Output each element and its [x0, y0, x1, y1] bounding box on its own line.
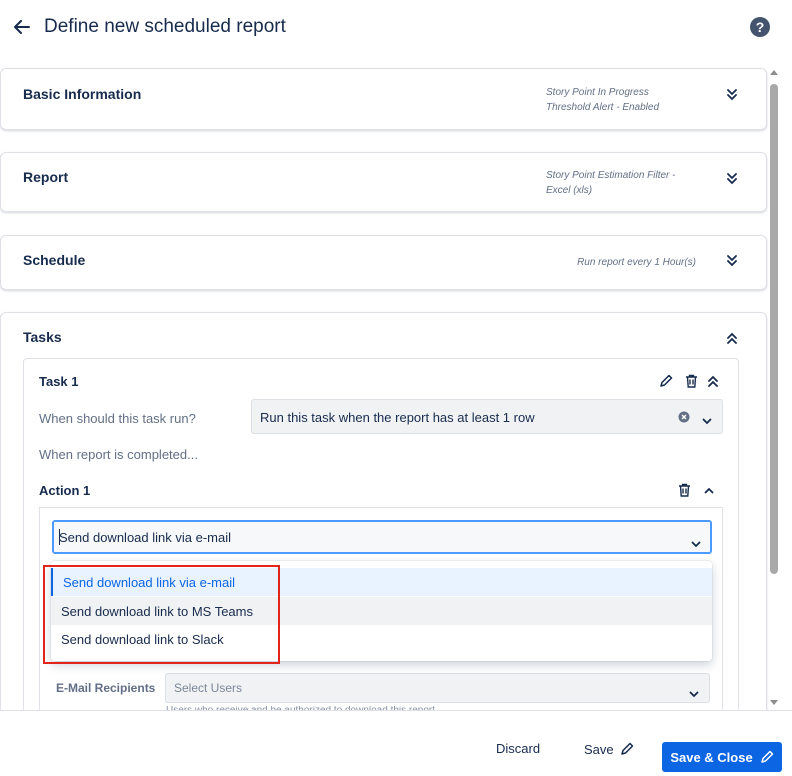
- scroll-thumb[interactable]: [770, 84, 778, 574]
- pencil-icon: [620, 742, 633, 755]
- delete-trash-icon[interactable]: [683, 373, 699, 389]
- collapse-chevron-icon[interactable]: [705, 373, 721, 389]
- option-ms-teams[interactable]: Send download link to MS Teams: [51, 597, 712, 625]
- section-summary: Run report every 1 Hour(s): [577, 257, 696, 268]
- chevron-up-icon[interactable]: [701, 482, 717, 498]
- back-arrow-icon[interactable]: [12, 17, 32, 37]
- email-recipients-select[interactable]: Select Users: [165, 673, 710, 703]
- summary-line: Excel (xls): [546, 185, 593, 196]
- discard-button[interactable]: Discard: [496, 741, 540, 756]
- email-recipients-label: E-Mail Recipients: [56, 681, 156, 695]
- section-summary: Story Point Estimation Filter - Excel (x…: [546, 168, 696, 198]
- section-summary: Story Point In Progress Threshold Alert …: [546, 85, 696, 115]
- section-basic-information[interactable]: Basic Information Story Point In Progres…: [0, 68, 767, 130]
- chevron-down-icon[interactable]: [691, 535, 701, 553]
- pencil-icon: [760, 750, 773, 763]
- task-title: Task 1: [39, 374, 79, 389]
- section-report[interactable]: Report Story Point Estimation Filter - E…: [0, 152, 767, 212]
- action-type-dropdown: Send download link via e-mail Send downl…: [51, 561, 712, 661]
- delete-action-trash-icon[interactable]: [676, 482, 692, 498]
- save-label: Save: [584, 741, 614, 757]
- page-header: Define new scheduled report ?: [0, 0, 792, 56]
- expand-chevron-icon[interactable]: [726, 172, 738, 186]
- scroll-down-arrow-icon[interactable]: [770, 700, 778, 705]
- section-title: Schedule: [23, 252, 86, 268]
- section-title: Tasks: [23, 329, 62, 345]
- action-type-value: Send download link via e-mail: [59, 530, 231, 545]
- option-label: Send download link to MS Teams: [61, 604, 253, 619]
- summary-line: Threshold Alert - Enabled: [546, 102, 660, 113]
- edit-pencil-icon[interactable]: [658, 373, 674, 389]
- save-button[interactable]: Save: [584, 739, 634, 759]
- clear-icon[interactable]: [678, 411, 690, 426]
- option-label: Send download link via e-mail: [63, 575, 235, 590]
- recipients-placeholder: Select Users: [174, 681, 243, 695]
- save-and-close-button[interactable]: Save & Close: [662, 742, 782, 772]
- expand-chevron-icon[interactable]: [726, 88, 738, 102]
- expand-chevron-icon[interactable]: [726, 254, 738, 268]
- scroll-up-arrow-icon[interactable]: [770, 70, 778, 75]
- scrollbar[interactable]: [769, 68, 779, 710]
- option-email[interactable]: Send download link via e-mail: [51, 568, 712, 596]
- section-schedule[interactable]: Schedule Run report every 1 Hour(s): [0, 235, 767, 290]
- footer-bar: Discard Save Save & Close: [0, 710, 792, 776]
- run-condition-label: When should this task run?: [39, 411, 196, 426]
- section-title: Basic Information: [23, 86, 142, 102]
- option-label: Send download link to Slack: [61, 632, 224, 647]
- summary-line: Story Point Estimation Filter -: [546, 170, 676, 181]
- run-condition-value: Run this task when the report has at lea…: [260, 410, 535, 425]
- save-close-label: Save & Close: [670, 749, 753, 765]
- help-icon[interactable]: ?: [750, 17, 770, 37]
- option-slack[interactable]: Send download link to Slack: [51, 625, 712, 653]
- chevron-down-icon[interactable]: [689, 685, 699, 703]
- collapse-chevron-icon[interactable]: [726, 331, 738, 345]
- run-condition-select[interactable]: Run this task when the report has at lea…: [251, 399, 723, 434]
- page-title: Define new scheduled report: [44, 16, 286, 37]
- completed-label: When report is completed...: [39, 447, 198, 462]
- summary-line: Story Point In Progress: [546, 87, 649, 98]
- chevron-down-icon[interactable]: [702, 413, 712, 428]
- section-title: Report: [23, 169, 69, 185]
- action-title: Action 1: [39, 483, 91, 498]
- action-type-select[interactable]: Send download link via e-mail: [52, 520, 712, 554]
